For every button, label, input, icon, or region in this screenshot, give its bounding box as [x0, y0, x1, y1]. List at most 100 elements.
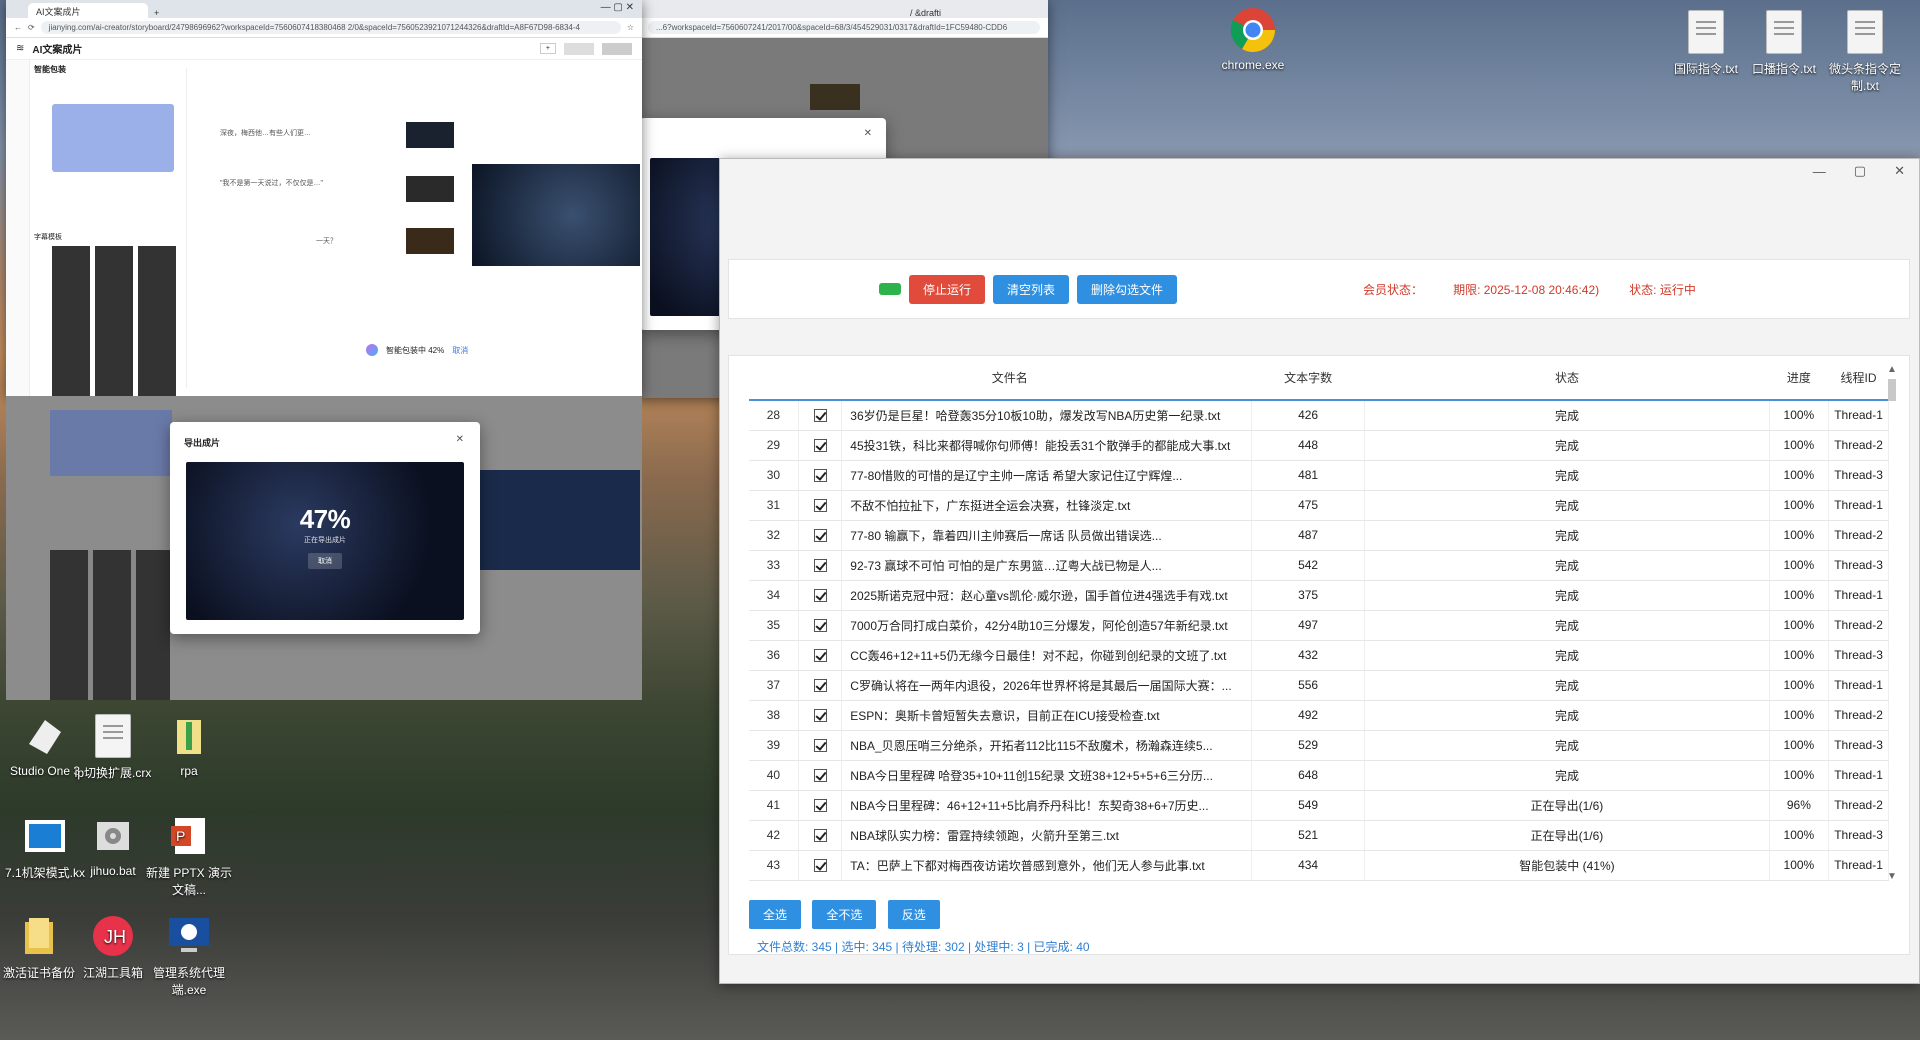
- column-header[interactable]: 线程ID: [1828, 356, 1889, 401]
- desktop-icon-file[interactable]: 国际指令.txt: [1666, 8, 1746, 77]
- checkbox[interactable]: [813, 589, 827, 603]
- new-tab-button[interactable]: +: [154, 8, 159, 18]
- table-row[interactable]: 30 77-80惜败的可惜的是辽宁主帅一席话 希望大家记住辽宁辉煌... 481 完成…: [749, 460, 1889, 491]
- table-row[interactable]: 33 92-73 赢球不可怕 可怕的是广东男篮…辽粤大战已物是人... 542 完成 1…: [749, 550, 1889, 581]
- desktop-icon-file[interactable]: 微头条指令定制.txt: [1822, 8, 1908, 94]
- browser-tab[interactable]: AI文案成片: [28, 3, 148, 18]
- table-row[interactable]: 35 7000万合同打成白菜价，42分4助10三分爆发，阿伦创造57年新纪录.tx…: [749, 610, 1889, 641]
- table-row[interactable]: 37 C罗确认将在一两年内退役，2026年世界杯将是其最后一届国际大赛：... 55…: [749, 670, 1889, 701]
- row-checkbox[interactable]: [798, 400, 843, 431]
- checkbox[interactable]: [813, 649, 827, 663]
- url-bar[interactable]: jianying.com/ai-creator/storyboard/24798…: [40, 21, 621, 34]
- reload-icon[interactable]: ⟳: [28, 23, 35, 32]
- script-line[interactable]: "我不是第一天说过，不仅仅是…": [220, 178, 323, 188]
- new-button[interactable]: +: [539, 43, 556, 54]
- table-row[interactable]: 36 CC轰46+12+11+5仍无缘今日最佳！对不起，你碰到创纪录的文班了.tx…: [749, 640, 1889, 671]
- row-checkbox[interactable]: [798, 520, 843, 551]
- table-row[interactable]: 34 2025斯诺克冠中冠：赵心童vs凯伦·威尔逊，国手首位进4强选手有戏.txt…: [749, 580, 1889, 611]
- row-checkbox[interactable]: [798, 790, 843, 821]
- select-none-button[interactable]: 全不选: [812, 900, 877, 929]
- minimize-icon[interactable]: —: [1813, 164, 1826, 179]
- browser-tab[interactable]: / &drafti: [910, 8, 941, 18]
- browser-window-1[interactable]: AI文案成片 + — ▢ ✕ ← ⟳ jianying.com/ai-creat…: [6, 0, 642, 396]
- checkbox[interactable]: [813, 799, 827, 813]
- script-line[interactable]: 一天？: [316, 236, 337, 246]
- column-header[interactable]: 状态: [1364, 356, 1770, 401]
- table-row[interactable]: 39 NBA_贝恩压哨三分绝杀，开拓者112比115不敌魔术，杨瀚森连续5... 5…: [749, 730, 1889, 761]
- checkbox[interactable]: [813, 469, 827, 483]
- checkbox[interactable]: [813, 709, 827, 723]
- scroll-thumb[interactable]: [1888, 379, 1896, 401]
- checkbox[interactable]: [813, 409, 827, 423]
- table-row[interactable]: 41 NBA今日里程碑：46+12+11+5比肩乔丹科比！东契奇38+6+7历史.…: [749, 790, 1889, 821]
- column-header[interactable]: [798, 356, 842, 401]
- close-icon[interactable]: ✕: [1894, 163, 1905, 179]
- window-controls[interactable]: — ▢ ✕: [720, 159, 1919, 183]
- invert-selection-button[interactable]: 反选: [887, 900, 940, 929]
- checkbox[interactable]: [813, 559, 827, 573]
- clear-list-button[interactable]: 清空列表: [993, 274, 1070, 304]
- start-button[interactable]: [879, 283, 901, 295]
- close-icon[interactable]: ✕: [864, 128, 872, 139]
- table-row[interactable]: 38 ESPN：奥斯卡曾短暂失去意识，目前正在ICU接受检查.txt 492 完成 10…: [749, 700, 1889, 731]
- checkbox[interactable]: [813, 499, 827, 513]
- checkbox[interactable]: [813, 769, 827, 783]
- cancel-link[interactable]: 取消: [452, 345, 468, 356]
- desktop-icon[interactable]: rpa: [144, 712, 234, 778]
- checkbox[interactable]: [813, 439, 827, 453]
- clip-thumbnail[interactable]: [406, 176, 454, 202]
- row-checkbox[interactable]: [798, 490, 843, 521]
- row-checkbox[interactable]: [798, 850, 843, 881]
- table-row[interactable]: 42 NBA球队实力榜：雷霆持续领跑，火箭升至第三.txt 521 正在导出(1/6)…: [749, 820, 1889, 851]
- checkbox[interactable]: [813, 619, 827, 633]
- clip-thumbnail[interactable]: [406, 228, 454, 254]
- export-button[interactable]: [602, 42, 632, 55]
- subtitle-template-grid[interactable]: [52, 246, 176, 396]
- scrollbar[interactable]: ▲ ▼: [1887, 364, 1897, 884]
- row-checkbox[interactable]: [798, 730, 843, 761]
- table-row[interactable]: 29 45投31铁，科比来都得喊你句师傅！能投丢31个散弹手的都能成大事.txt 4…: [749, 430, 1889, 461]
- delete-checked-button[interactable]: 删除勾选文件: [1077, 274, 1178, 304]
- column-header[interactable]: [749, 356, 799, 401]
- column-header[interactable]: 文件名: [841, 356, 1252, 401]
- table-row[interactable]: 31 不敌不怕拉扯下，广东挺进全运会决赛，杜锋淡定.txt 475 完成 100% Thr…: [749, 490, 1889, 521]
- checkbox[interactable]: [813, 679, 827, 693]
- row-checkbox[interactable]: [798, 430, 843, 461]
- row-checkbox[interactable]: [798, 820, 843, 851]
- column-header[interactable]: 进度: [1769, 356, 1829, 401]
- desktop-icon[interactable]: 管理系统代理端.exe: [144, 912, 234, 998]
- table-row[interactable]: 43 TA：巴萨上下都对梅西夜访诺坎普感到意外，他们无人参与此事.txt 434 智能…: [749, 850, 1889, 881]
- select-all-button[interactable]: 全选: [749, 900, 802, 929]
- checkbox[interactable]: [813, 529, 827, 543]
- maximize-icon[interactable]: ▢: [1854, 163, 1866, 179]
- desktop-icon[interactable]: P 新建 PPTX 演示文稿...: [144, 812, 234, 898]
- row-checkbox[interactable]: [798, 760, 843, 791]
- row-checkbox[interactable]: [798, 580, 843, 611]
- window-controls[interactable]: — ▢ ✕: [601, 2, 634, 13]
- row-checkbox[interactable]: [798, 700, 843, 731]
- checkbox[interactable]: [813, 859, 827, 873]
- column-header[interactable]: 文本字数: [1251, 356, 1365, 401]
- row-checkbox[interactable]: [798, 670, 843, 701]
- row-checkbox[interactable]: [798, 640, 843, 671]
- url-text[interactable]: ...6?workspaceId=7560607241/2017/00&spac…: [648, 21, 1040, 34]
- table-row[interactable]: 28 36岁仍是巨星！哈登轰35分10板10助，爆发改写NBA历史第一纪录.txt…: [749, 400, 1889, 431]
- row-checkbox[interactable]: [798, 610, 843, 641]
- table-row[interactable]: 40 NBA今日里程碑 哈登35+10+11创15纪录 文班38+12+5+5+6…: [749, 760, 1889, 791]
- script-line[interactable]: 深夜，梅西他…有些人们更…: [220, 128, 311, 138]
- stop-button[interactable]: 停止运行: [909, 274, 986, 304]
- cancel-button[interactable]: 取消: [308, 553, 342, 569]
- close-icon[interactable]: ✕: [456, 434, 464, 445]
- row-checkbox[interactable]: [798, 460, 843, 491]
- batch-export-window[interactable]: — ▢ ✕ 停止运行 清空列表 删除勾选文件 会员状态： 期限: 2025-12-0…: [719, 158, 1920, 984]
- back-icon[interactable]: ←: [14, 23, 22, 32]
- desktop-icon-file[interactable]: 口播指令.txt: [1744, 8, 1824, 77]
- checkbox[interactable]: [813, 829, 827, 843]
- file-table-container[interactable]: 文件名 文本字数 状态 进度 线程ID 28 36岁仍是巨星！哈登轰35分10板1…: [749, 356, 1889, 890]
- toolbar-button[interactable]: [564, 42, 594, 55]
- star-icon[interactable]: ☆: [627, 23, 634, 32]
- row-checkbox[interactable]: [798, 550, 843, 581]
- video-preview[interactable]: [472, 164, 640, 266]
- table-row[interactable]: 32 77-80 输赢下，靠着四川主帅赛后一席话 队员做出错误选... 487 完成 1…: [749, 520, 1889, 551]
- desktop-icon-chrome[interactable]: chrome.exe: [1208, 6, 1298, 72]
